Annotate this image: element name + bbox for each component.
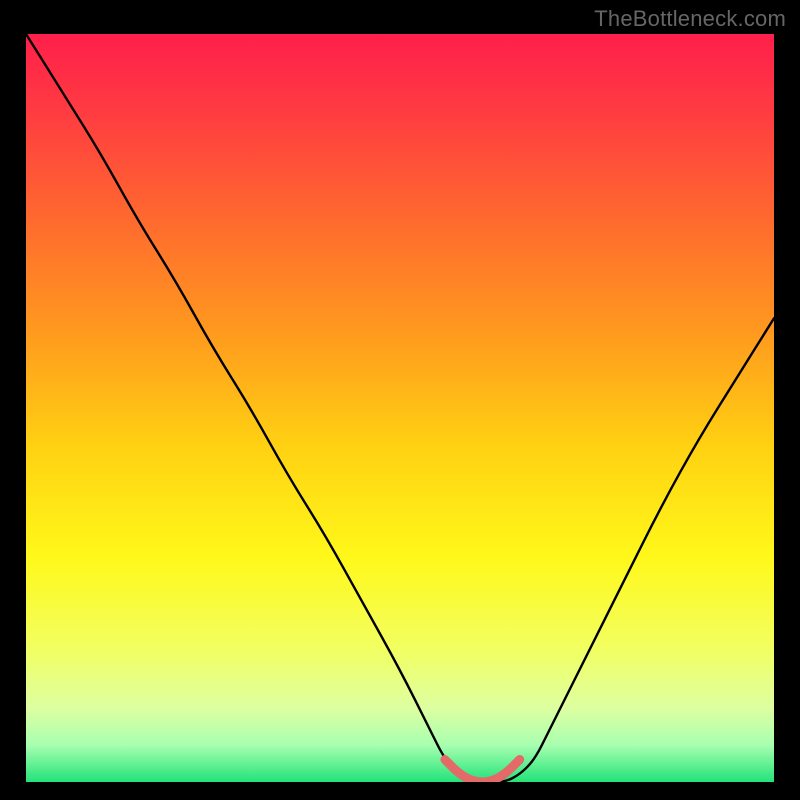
chart-frame: TheBottleneck.com [0, 0, 800, 800]
plot-area [26, 34, 774, 782]
bottleneck-chart [26, 34, 774, 782]
watermark-text: TheBottleneck.com [594, 6, 786, 32]
